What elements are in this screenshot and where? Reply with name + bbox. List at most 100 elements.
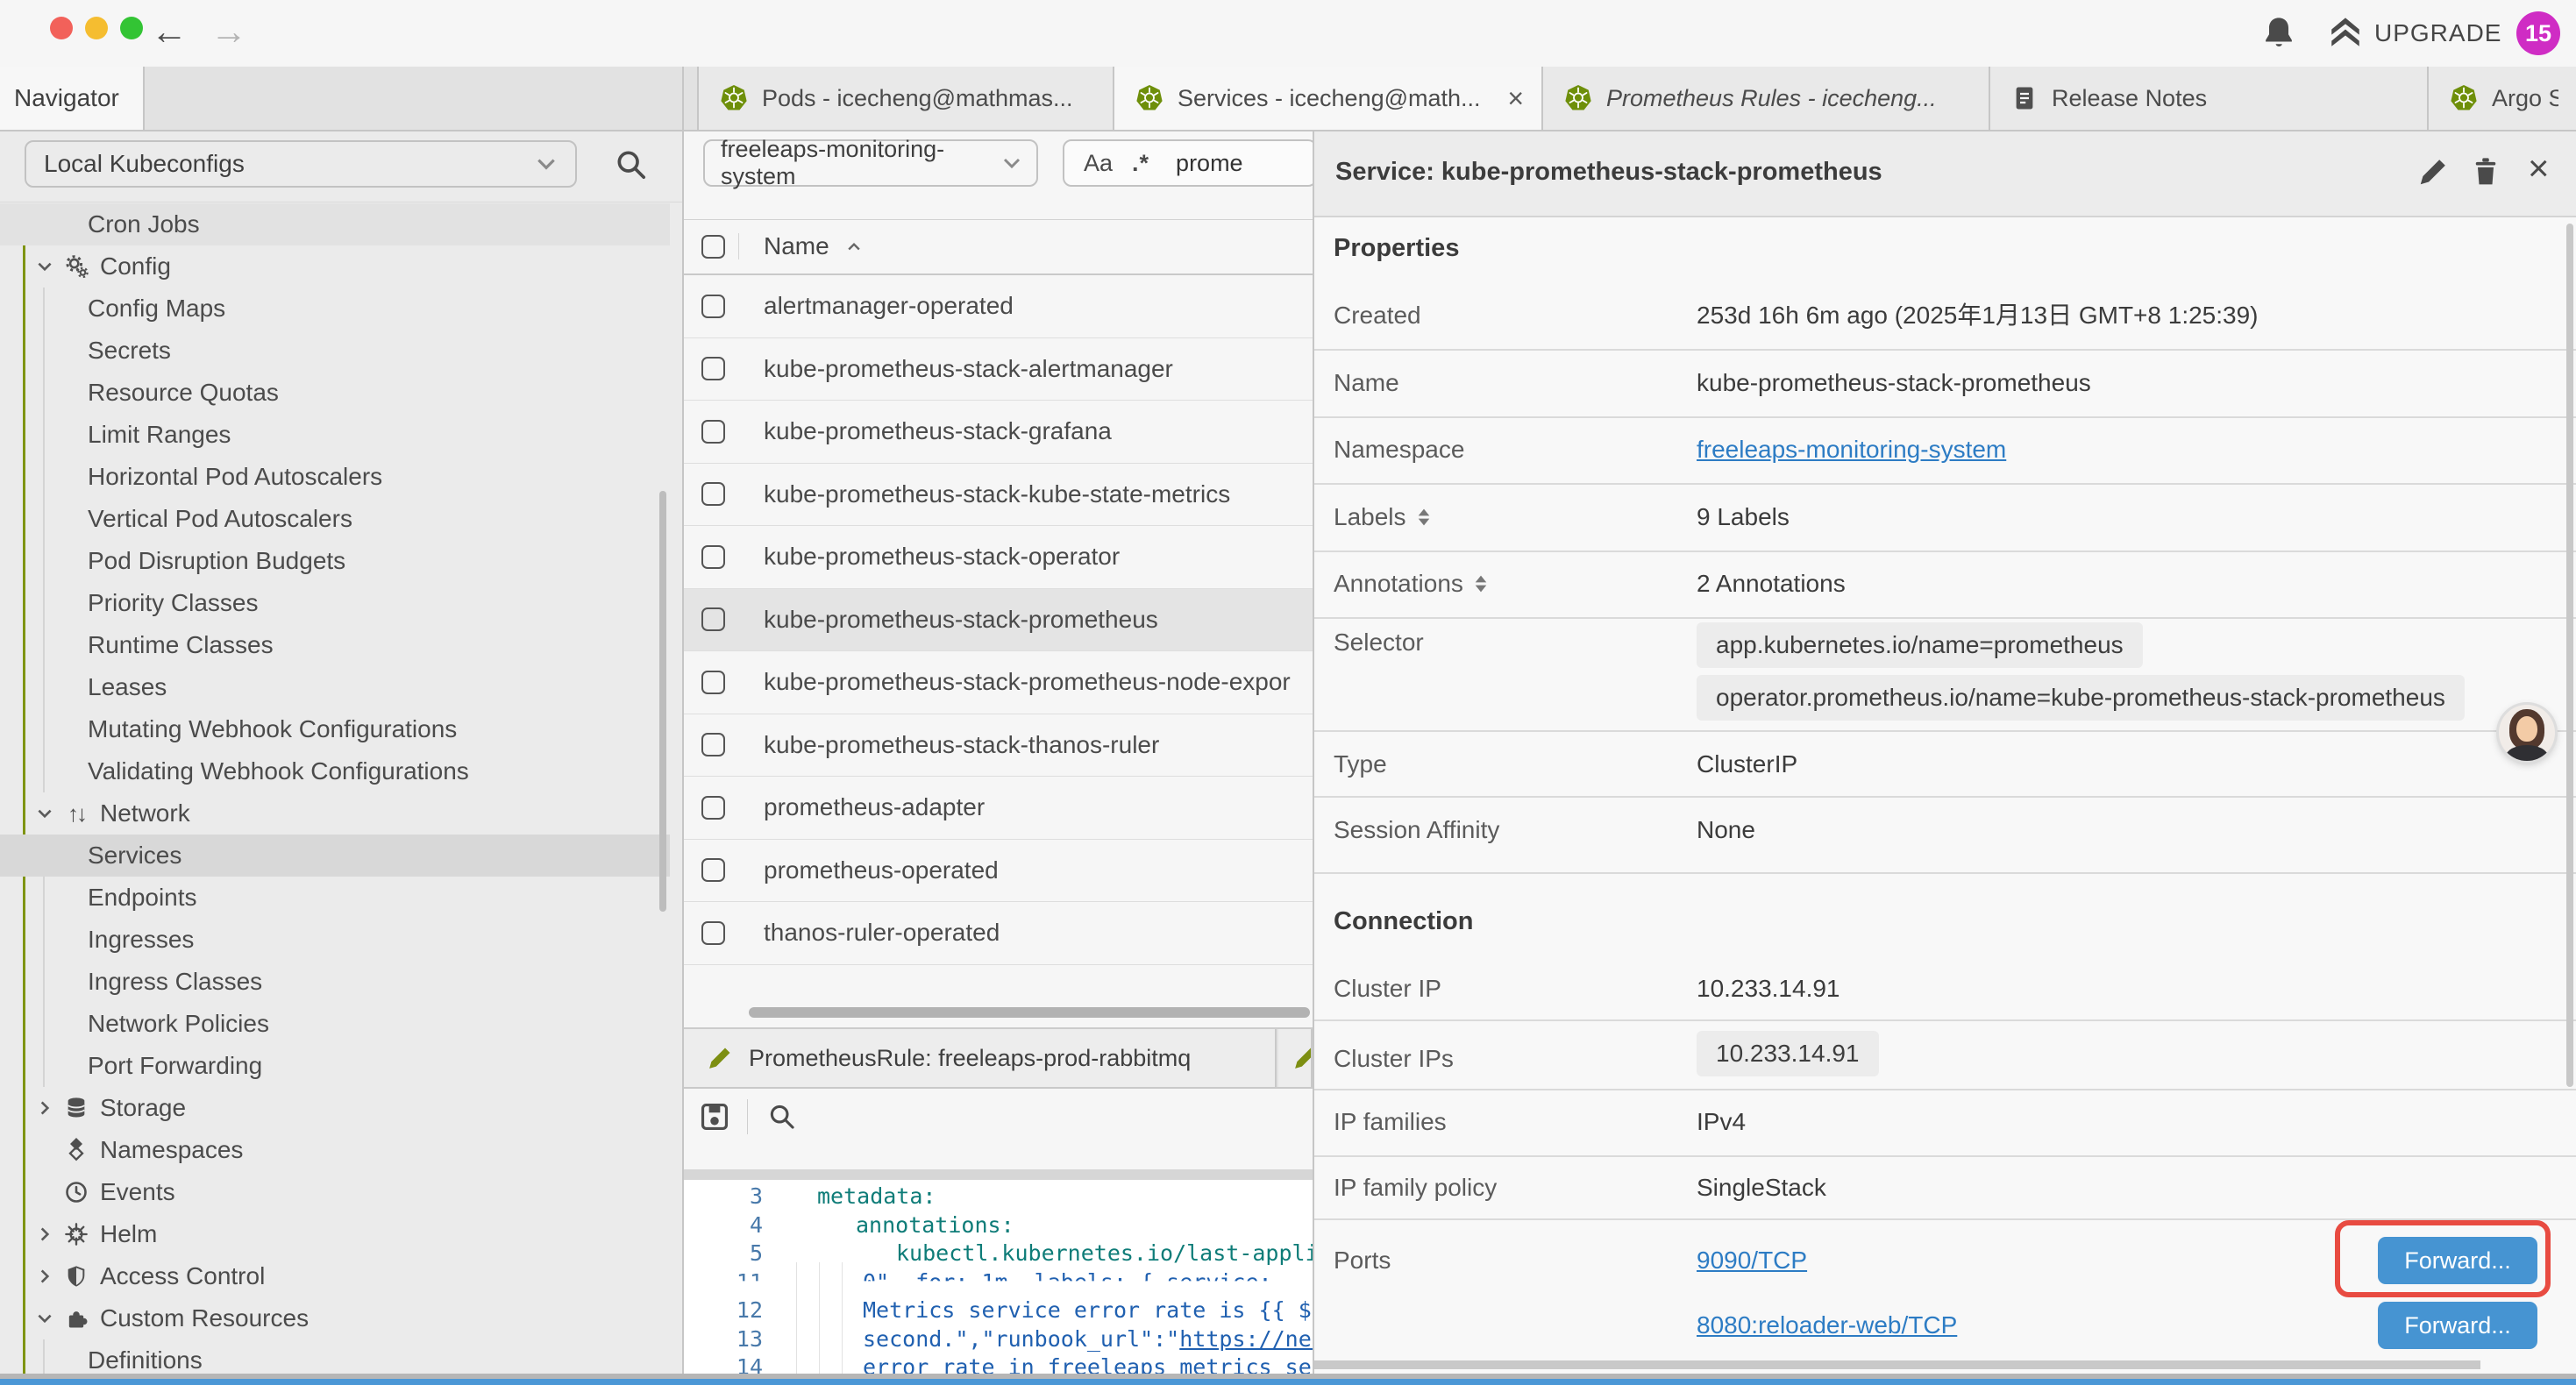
chevron-down-icon[interactable] (35, 1309, 54, 1328)
row-checkbox[interactable] (701, 420, 725, 444)
sidebar-item-config-maps[interactable]: Config Maps (0, 288, 670, 330)
chevron-down-icon[interactable] (35, 257, 54, 276)
sidebar-group-network[interactable]: ↑↓ Network (0, 792, 670, 835)
port-link[interactable]: 9090/TCP (1697, 1245, 1807, 1276)
table-row[interactable]: prometheus-adapter (684, 777, 1313, 840)
sidebar-item-runtime-classes[interactable]: Runtime Classes (0, 624, 670, 666)
sidebar-item-ingresses[interactable]: Ingresses (0, 919, 670, 961)
sidebar-group-config[interactable]: Config (0, 245, 670, 288)
regex-toggle[interactable]: .* (1132, 150, 1149, 177)
sidebar-item-resource-quotas[interactable]: Resource Quotas (0, 372, 670, 414)
sidebar-group-helm[interactable]: Helm (0, 1213, 670, 1255)
sidebar-item-cron-jobs[interactable]: Cron Jobs (0, 203, 670, 245)
row-checkbox[interactable] (701, 921, 725, 945)
sort-ascending-icon[interactable] (845, 240, 863, 252)
sidebar-group-access-control[interactable]: Access Control (0, 1255, 670, 1297)
forward-button[interactable]: Forward... (2378, 1302, 2537, 1349)
row-checkbox[interactable] (701, 482, 725, 506)
kubeconfig-select[interactable]: Local Kubeconfigs (25, 140, 577, 188)
sidebar-item-secrets[interactable]: Secrets (0, 330, 670, 372)
chevron-right-icon[interactable] (35, 1225, 54, 1244)
row-checkbox[interactable] (701, 607, 725, 631)
namespace-select[interactable]: freeleaps-monitoring-system (703, 139, 1038, 187)
sidebar-item-pod-disruption-budgets[interactable]: Pod Disruption Budgets (0, 540, 670, 582)
edit-pencil-icon[interactable] (2417, 156, 2449, 188)
upgrade-chevrons-icon[interactable] (2325, 14, 2366, 51)
match-case-toggle[interactable]: Aa (1084, 150, 1113, 177)
tab-argo[interactable]: Argo Se (2429, 67, 2576, 130)
tab-prometheus-rules[interactable]: Prometheus Rules - icecheng... (1543, 67, 1990, 130)
sidebar-group-storage[interactable]: Storage (0, 1087, 670, 1129)
sidebar-item-port-forwarding[interactable]: Port Forwarding (0, 1045, 670, 1087)
sidebar-item-validating-webhook-configurations[interactable]: Validating Webhook Configurations (0, 750, 670, 792)
select-all-checkbox[interactable] (701, 235, 725, 259)
table-row[interactable]: kube-prometheus-stack-thanos-ruler (684, 714, 1313, 778)
table-row[interactable]: kube-prometheus-stack-alertmanager (684, 338, 1313, 401)
filter-search-input[interactable]: Aa .* prome (1063, 139, 1313, 187)
row-checkbox[interactable] (701, 671, 725, 694)
row-checkbox[interactable] (701, 295, 725, 318)
window-minimize-light[interactable] (85, 17, 108, 39)
table-row[interactable]: kube-prometheus-stack-kube-state-metrics (684, 464, 1313, 527)
sidebar-item-services[interactable]: Services (0, 835, 670, 877)
tab-services[interactable]: Services - icecheng@math... × (1114, 67, 1543, 130)
navigator-panel-tab[interactable]: Navigator (0, 67, 145, 130)
table-row[interactable]: thanos-ruler-operated (684, 902, 1313, 965)
sidebar-item-ingress-classes[interactable]: Ingress Classes (0, 961, 670, 1003)
table-row[interactable]: kube-prometheus-stack-prometheus-node-ex… (684, 651, 1313, 714)
yaml-editor[interactable]: 3metadata: 4annotations: 5kubectl.kubern… (684, 1180, 1313, 1385)
row-checkbox[interactable] (701, 545, 725, 569)
delete-trash-icon[interactable] (2470, 156, 2501, 188)
row-checkbox[interactable] (701, 357, 725, 380)
sidebar-item-endpoints[interactable]: Endpoints (0, 877, 670, 919)
sidebar-item-horizontal-pod-autoscalers[interactable]: Horizontal Pod Autoscalers (0, 456, 670, 498)
namespace-link[interactable]: freeleaps-monitoring-system (1697, 434, 2006, 465)
table-row[interactable]: kube-prometheus-stack-operator (684, 526, 1313, 589)
port-link[interactable]: 8080:reloader-web/TCP (1697, 1310, 1957, 1341)
editor-search-icon[interactable] (767, 1102, 797, 1132)
sidebar-item-events[interactable]: Events (0, 1171, 670, 1213)
editor-tab-partial[interactable] (1278, 1029, 1313, 1087)
sidebar-item-vertical-pod-autoscalers[interactable]: Vertical Pod Autoscalers (0, 498, 670, 540)
chevron-right-icon[interactable] (35, 1267, 54, 1286)
sidebar-item-priority-classes[interactable]: Priority Classes (0, 582, 670, 624)
sidebar-item-namespaces[interactable]: Namespaces (0, 1129, 670, 1171)
close-icon[interactable]: × (2528, 147, 2550, 189)
back-button[interactable]: ← (151, 7, 188, 56)
sidebar-item-network-policies[interactable]: Network Policies (0, 1003, 670, 1045)
tab-release-notes[interactable]: Release Notes (1990, 67, 2429, 130)
save-icon[interactable] (698, 1100, 731, 1133)
horizontal-scrollbar[interactable] (749, 1007, 1310, 1018)
upgrade-button[interactable]: UPGRADE (2374, 19, 2501, 47)
runbook-url-link[interactable]: https://net (1179, 1326, 1313, 1352)
table-row-selected[interactable]: kube-prometheus-stack-prometheus (684, 589, 1313, 652)
sidebar-search-icon[interactable] (614, 147, 649, 182)
sidebar-scrollbar[interactable] (659, 491, 666, 912)
sidebar-group-custom-resources[interactable]: Custom Resources (0, 1297, 670, 1339)
sidebar-item-leases[interactable]: Leases (0, 666, 670, 708)
chevron-down-icon[interactable] (35, 804, 54, 823)
editor-tab-prometheusrule[interactable]: PrometheusRule: freeleaps-prod-rabbitmq (684, 1029, 1277, 1087)
row-checkbox[interactable] (701, 858, 725, 882)
notifications-bell-icon[interactable] (2260, 14, 2297, 51)
forward-button[interactable]: → (210, 7, 247, 56)
sort-updown-icon[interactable] (1417, 508, 1431, 527)
notification-count-badge[interactable]: 15 (2516, 11, 2560, 55)
column-header-name[interactable]: Name (764, 232, 829, 260)
table-row[interactable]: alertmanager-operated (684, 275, 1313, 338)
forward-button[interactable]: Forward... (2378, 1237, 2537, 1284)
window-zoom-light[interactable] (120, 17, 143, 39)
sidebar-item-limit-ranges[interactable]: Limit Ranges (0, 414, 670, 456)
tab-pods[interactable]: Pods - icecheng@mathmas... (697, 67, 1114, 130)
details-horizontal-scrollbar[interactable] (1314, 1360, 2480, 1369)
sort-updown-icon[interactable] (1474, 574, 1488, 593)
details-vertical-scrollbar[interactable] (2566, 224, 2573, 1087)
window-close-light[interactable] (50, 17, 73, 39)
tab-close-icon[interactable]: × (1507, 85, 1524, 111)
row-checkbox[interactable] (701, 796, 725, 820)
table-row[interactable]: kube-prometheus-stack-grafana (684, 401, 1313, 464)
chevron-right-icon[interactable] (35, 1098, 54, 1118)
sidebar-item-mutating-webhook-configurations[interactable]: Mutating Webhook Configurations (0, 708, 670, 750)
assistant-avatar[interactable] (2499, 705, 2555, 761)
row-checkbox[interactable] (701, 733, 725, 756)
